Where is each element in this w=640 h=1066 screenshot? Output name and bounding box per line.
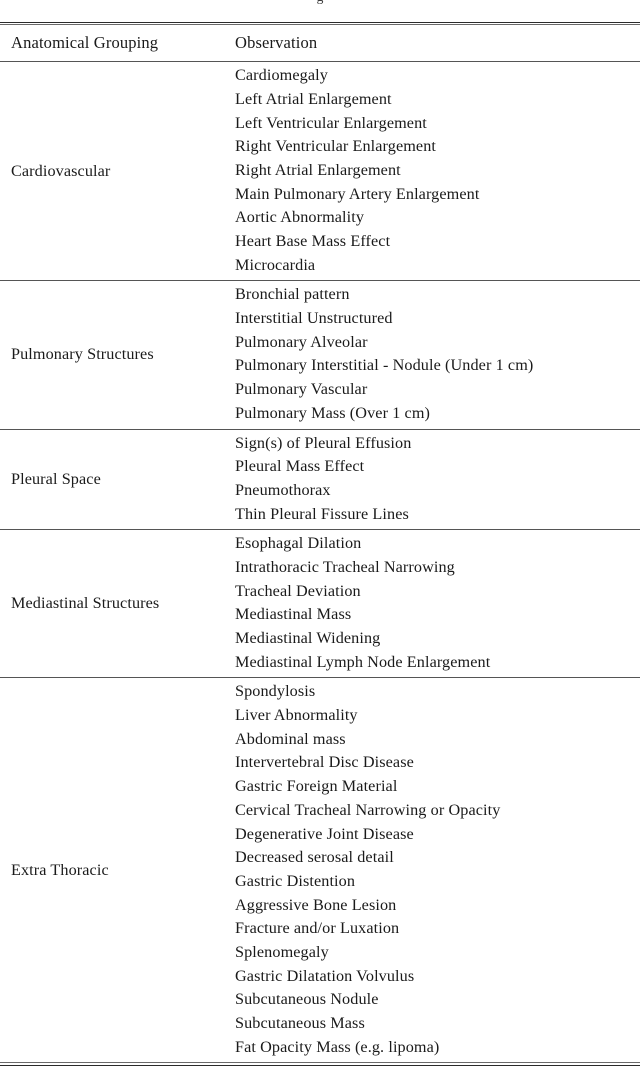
observation-item: Pulmonary Mass (Over 1 cm) — [235, 403, 431, 422]
observation-item: Fracture and/or Luxation — [235, 919, 400, 938]
observation-item: Sign(s) of Pleural Effusion — [235, 433, 412, 452]
observation-item: Left Ventricular Enlargement — [235, 113, 427, 132]
observation-item: Interstitial Unstructured — [235, 309, 393, 328]
table-row: Pulmonary Structures Bronchial pattern Int… — [0, 281, 640, 428]
observation-item: Splenomegaly — [235, 942, 329, 961]
table-row: Cardiovascular Cardiomegaly Left Atrial En… — [0, 62, 640, 280]
table-bottom-rule-outer — [0, 1064, 640, 1066]
observation-item: Microcardia — [235, 255, 316, 274]
observation-item: Degenerative Joint Disease — [235, 824, 414, 843]
anatomical-grouping-cell: Mediastinal Structures — [11, 594, 160, 613]
observation-item: Pulmonary Alveolar — [235, 332, 368, 351]
table-bottom-rule-inner — [0, 1062, 640, 1064]
observation-item: Heart Base Mass Effect — [235, 232, 391, 250]
observation-item: Cervical Tracheal Narrowing or Opacity — [235, 800, 501, 819]
observation-item: Gastric Foreign Material — [235, 777, 398, 796]
observation-item: Intervertebral Disc Disease — [235, 753, 414, 772]
column-header-anatomical-grouping: Anatomical Grouping — [11, 33, 159, 53]
table-header: Anatomical Grouping Observation — [0, 25, 640, 61]
observation-item: Spondylosis — [235, 682, 316, 701]
observation-item: Pulmonary Vascular — [235, 380, 368, 399]
observation-item: Aortic Abnormality — [235, 208, 365, 227]
observation-item: Pleural Mass Effect — [235, 457, 365, 476]
observation-item: Intrathoracic Tracheal Narrowing — [235, 557, 455, 576]
observation-list-cell: Esophagal Dilation Intrathoracic Tracheal… — [230, 530, 640, 677]
observation-item: Left Atrial Enlargement — [235, 89, 392, 108]
observation-item: Thin Pleural Fissure Lines — [235, 504, 409, 523]
observation-item: Tracheal Deviation — [235, 581, 361, 600]
observation-item: Mediastinal Mass — [235, 605, 352, 624]
observation-item: Gastric Distention — [235, 871, 356, 890]
observation-item: Cardiomegaly — [235, 66, 328, 85]
observations-table-container: Anatomical Grouping Observation Cardiova… — [0, 22, 640, 1066]
anatomical-grouping-cell: Pleural Space — [11, 469, 101, 488]
observation-item: Mediastinal Widening — [235, 629, 381, 647]
observation-item: Mediastinal Lymph Node Enlargement — [235, 652, 491, 671]
observation-list-cell: Sign(s) of Pleural Effusion Pleural Mass … — [230, 430, 640, 530]
observation-list-cell: Spondylosis Liver Abnormality Abdominal ma… — [230, 678, 640, 1062]
anatomical-grouping-cell: Cardiovascular — [11, 161, 111, 180]
observation-item: Gastric Dilatation Volvulus — [235, 966, 415, 985]
header-row: Anatomical Grouping Observation — [0, 25, 640, 61]
observation-item: Aggressive Bone Lesion — [235, 895, 397, 914]
column-header-observation: Observation — [235, 33, 318, 53]
observation-list-cell: Cardiomegaly Left Atrial Enlargement Left … — [230, 62, 640, 280]
observation-item: Main Pulmonary Artery Enlargement — [235, 184, 480, 203]
table-row: Extra Thoracic Spondylosis Liver Abnormali… — [0, 678, 640, 1062]
clipped-caption-fragment: g — [0, 0, 640, 5]
observation-item: Pulmonary Interstitial - Nodule (Under 1… — [235, 356, 534, 375]
anatomical-observations-table: Anatomical Grouping Observation Cardiova… — [0, 25, 640, 1062]
observation-item: Fat Opacity Mass (e.g. lipoma) — [235, 1037, 440, 1056]
table-row: Mediastinal Structures Esophagal Dilation… — [0, 530, 640, 677]
observation-list-cell: Bronchial pattern Interstitial Unstructur… — [230, 281, 640, 428]
table-top-rule-outer — [0, 22, 640, 23]
observation-item: Pneumothorax — [235, 480, 331, 499]
observation-item: Right Ventricular Enlargement — [235, 137, 436, 156]
observation-item: Esophagal Dilation — [235, 534, 362, 553]
anatomical-grouping-cell: Extra Thoracic — [11, 860, 109, 879]
observation-item: Abdominal mass — [235, 729, 346, 748]
observation-item: Right Atrial Enlargement — [235, 160, 401, 179]
observation-item: Liver Abnormality — [235, 706, 358, 725]
observation-item: Subcutaneous Nodule — [235, 990, 379, 1009]
observation-item: Subcutaneous Mass — [235, 1014, 365, 1032]
table-row: Pleural Space Sign(s) of Pleural Effusion… — [0, 430, 640, 530]
anatomical-grouping-cell: Pulmonary Structures — [11, 345, 154, 364]
observation-item: Decreased serosal detail — [235, 848, 394, 867]
table-body: Cardiovascular Cardiomegaly Left Atrial En… — [0, 61, 640, 1062]
observation-item: Bronchial pattern — [235, 285, 350, 304]
